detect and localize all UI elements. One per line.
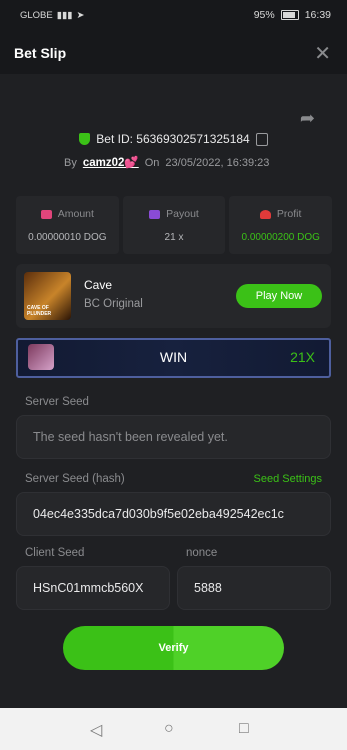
server-hash-label: Server Seed (hash) [25,473,125,485]
game-name: Cave [84,278,113,292]
payout-value: 21 x [164,232,184,243]
status-bar: GLOBE ▮▮▮ ➤ 95% 16:39 [0,0,347,30]
on-label: On [144,157,160,169]
signal-icon: ▮▮▮ [56,10,73,21]
wallet-icon [149,209,161,219]
nonce-field[interactable]: 5888 [177,566,331,610]
game-card: CAVE OF PLUNDER Cave BC Original Play No… [16,264,331,328]
game-provider: BC Original [84,298,143,310]
telegram-icon: ➤ [76,10,85,21]
result-label: WIN [159,349,188,365]
carrier-label: GLOBE [20,10,53,21]
header: Bet Slip ✕ [0,30,347,74]
recents-icon[interactable]: □ [239,720,249,738]
amount-label: Amount [57,208,94,220]
verify-button[interactable]: Verify [63,626,284,670]
profit-icon [259,209,271,219]
home-icon[interactable]: ○ [164,720,174,738]
copy-icon[interactable] [255,132,268,146]
bet-id-row: Bet ID: 56369302571325184 [0,132,347,146]
play-now-button[interactable]: Play Now [236,284,322,308]
game-thumbnail[interactable]: CAVE OF PLUNDER [24,272,71,320]
clock: 16:39 [304,9,331,21]
amount-icon [40,209,52,219]
byline: By camz02💕 On 23/05/2022, 16:39:23 [64,155,269,169]
battery-icon [280,10,299,20]
page-title: Bet Slip [14,45,67,61]
stats-row: Amount 0.00000010 DOG Payout 21 x Profit… [16,196,333,254]
back-icon[interactable]: ◁ [90,720,102,740]
by-label: By [64,157,77,169]
result-banner: WIN 21X [16,338,331,378]
system-nav-bar: ◁ ○ □ [0,708,347,750]
profit-value: 0.00000200 DOG [241,232,320,243]
payout-label: Payout [166,208,199,220]
game-thumb-text: CAVE OF PLUNDER [27,305,52,317]
bet-slip-panel [0,74,347,708]
profit-label: Profit [276,208,302,220]
shield-icon [79,133,91,145]
status-left: GLOBE ▮▮▮ ➤ [20,10,84,21]
amount-value: 0.00000010 DOG [28,232,107,243]
bet-datetime: 23/05/2022, 16:39:23 [165,157,270,169]
profit-card: Profit 0.00000200 DOG [229,196,333,254]
seed-settings-link[interactable]: Seed Settings [254,473,323,485]
result-multiplier: 21X [290,349,315,365]
close-icon[interactable]: ✕ [314,41,331,66]
nonce-label: nonce [186,547,218,559]
server-hash-field[interactable]: 04ec4e335dca7d030b9f5e02eba492542ec1c [16,492,331,536]
bet-id: Bet ID: 56369302571325184 [96,132,250,146]
share-icon[interactable]: ➦ [300,108,315,129]
server-seed-field: The seed hasn't been revealed yet. [16,415,331,459]
status-right: 95% 16:39 [254,9,331,21]
payout-card: Payout 21 x [122,196,226,254]
client-seed-field[interactable]: HSnC01mmcb560X [16,566,170,610]
client-seed-label: Client Seed [25,547,85,559]
server-seed-label: Server Seed [25,396,89,408]
username-link[interactable]: camz02💕 [83,155,139,169]
battery-percent: 95% [253,9,275,21]
amount-card: Amount 0.00000010 DOG [16,196,119,254]
